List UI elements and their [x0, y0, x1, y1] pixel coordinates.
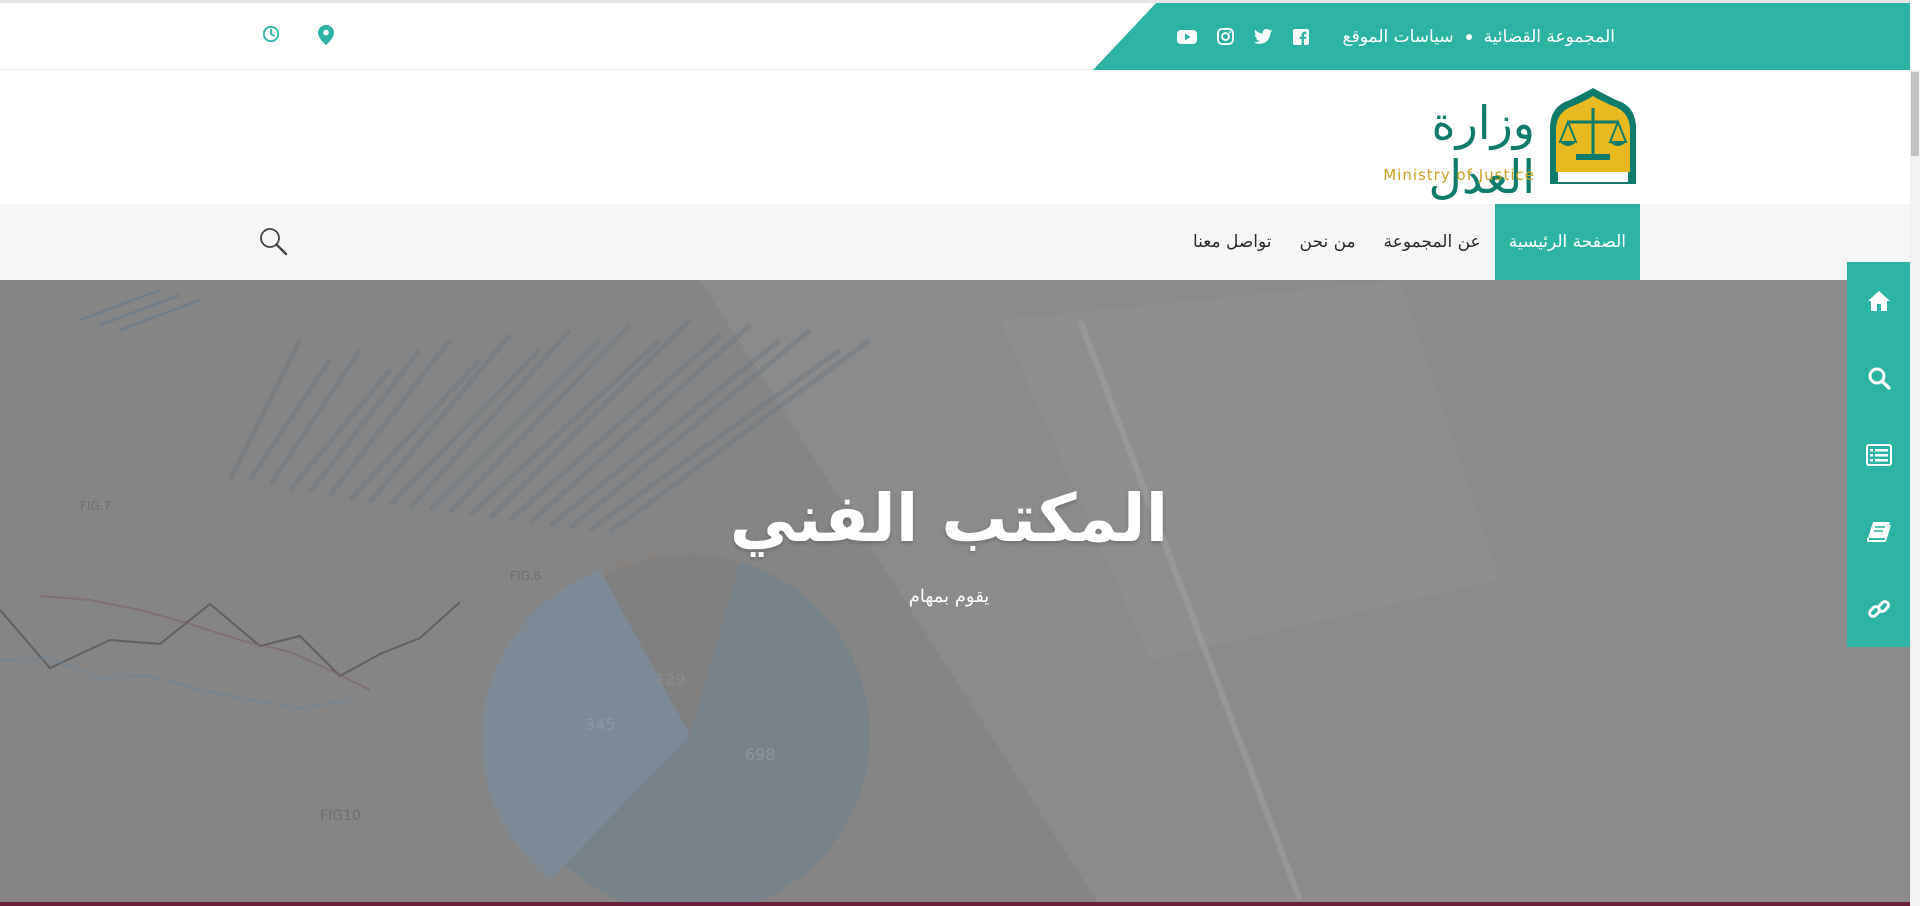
top-links: المجموعة القضائية سياسات الموقع — [1343, 3, 1615, 70]
social-links — [1176, 3, 1312, 70]
scrollbar-thumb[interactable] — [1911, 72, 1919, 156]
facebook-icon[interactable] — [1290, 26, 1312, 48]
nav-item-who-we-are[interactable]: من نحن — [1286, 204, 1370, 280]
hero-banner: 345 698 129 FIG10 FIG.7 FIG.8 المكتب الف… — [0, 280, 1910, 906]
youtube-icon[interactable] — [1176, 26, 1198, 48]
location-pin-icon[interactable] — [318, 25, 334, 49]
link-icon[interactable] — [1847, 570, 1910, 647]
ministry-logo[interactable]: وزارة العدل Ministry of Justice — [1380, 88, 1640, 204]
book-icon[interactable] — [1847, 493, 1910, 570]
quick-links-sidebar — [1847, 262, 1910, 647]
top-link-site-policies[interactable]: سياسات الموقع — [1343, 27, 1454, 47]
top-link-judicial-group[interactable]: المجموعة القضائية — [1484, 27, 1615, 47]
twitter-icon[interactable] — [1252, 26, 1274, 48]
clock-icon[interactable] — [262, 25, 280, 49]
instagram-icon[interactable] — [1214, 26, 1236, 48]
separator-dot — [1465, 33, 1472, 40]
nav-items: الصفحة الرئيسية عن المجموعة من نحن تواصل… — [1179, 204, 1640, 280]
logo-name-ar: وزارة العدل — [1428, 96, 1535, 204]
search-icon[interactable] — [258, 226, 290, 258]
search-icon[interactable] — [1847, 339, 1910, 416]
main-nav: الصفحة الرئيسية عن المجموعة من نحن تواصل… — [0, 204, 1910, 280]
list-icon[interactable] — [1847, 416, 1910, 493]
logo-name-en: Ministry of Justice — [1383, 166, 1535, 184]
nav-item-home[interactable]: الصفحة الرئيسية — [1494, 204, 1640, 280]
hero-title: المكتب الفني — [729, 480, 1169, 557]
bottom-strip — [0, 902, 1910, 906]
nav-item-about-group[interactable]: عن المجموعة — [1370, 204, 1495, 280]
ministry-emblem-icon — [1550, 88, 1636, 184]
hero-subtitle: يقوم بمهام — [908, 586, 990, 607]
logo-row: وزارة العدل Ministry of Justice — [0, 70, 1910, 204]
nav-item-contact-us[interactable]: تواصل معنا — [1179, 204, 1286, 280]
home-icon[interactable] — [1847, 262, 1910, 339]
top-bar: المجموعة القضائية سياسات الموقع — [0, 0, 1910, 70]
scrollbar-track[interactable] — [1910, 70, 1920, 906]
contact-info-icons — [262, 25, 334, 49]
